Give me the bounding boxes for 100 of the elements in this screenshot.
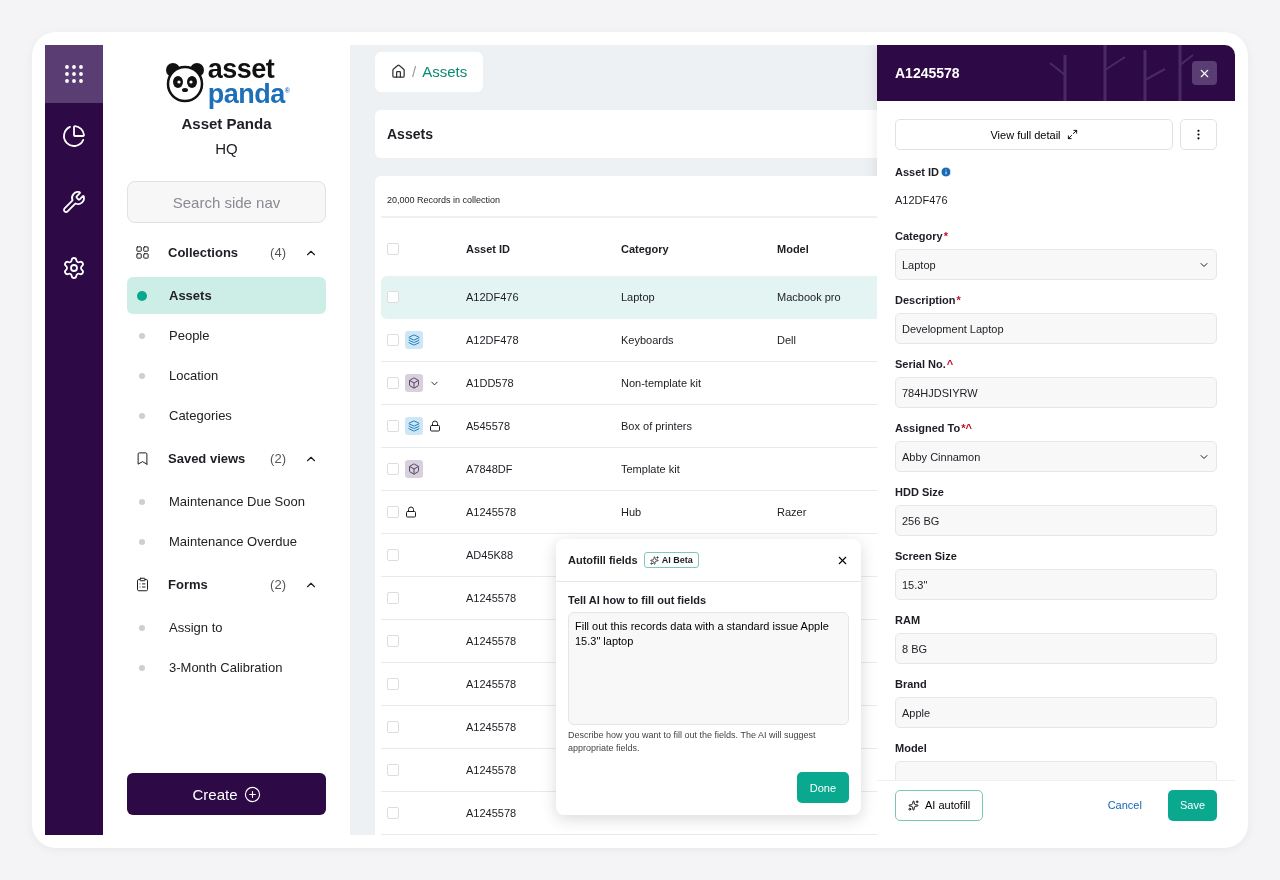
- column-header[interactable]: Asset ID: [466, 243, 511, 255]
- checkbox[interactable]: [387, 243, 399, 255]
- group-count: (2): [270, 451, 286, 466]
- input-field[interactable]: Development Laptop: [895, 313, 1217, 344]
- field-label: Asset ID: [895, 166, 1217, 178]
- input-field[interactable]: 15.3": [895, 569, 1217, 600]
- rail-button[interactable]: [45, 45, 103, 103]
- table-cell: A1245578: [466, 678, 517, 690]
- nav-item[interactable]: 3-Month Calibration: [127, 649, 326, 686]
- input-field[interactable]: 784HJDSIYRW: [895, 377, 1217, 408]
- breadcrumb-link[interactable]: Assets: [422, 63, 468, 81]
- checkbox[interactable]: [387, 334, 399, 346]
- ai-beta-badge: AI Beta: [643, 552, 699, 568]
- checkbox[interactable]: [387, 506, 399, 518]
- nav-item[interactable]: Assign to: [127, 609, 326, 646]
- panel-title: A1245578: [895, 65, 960, 81]
- grid-icon: [135, 245, 150, 260]
- table-cell: A1245578: [466, 807, 517, 819]
- field-label: Description*: [895, 294, 962, 306]
- nav-item[interactable]: Location: [127, 357, 326, 394]
- info-icon[interactable]: [940, 166, 953, 178]
- field-label: RAM: [895, 614, 922, 626]
- table-cell: Keyboards: [621, 334, 674, 346]
- column-header[interactable]: Model: [777, 243, 809, 255]
- table-cell: A1245578: [466, 721, 517, 733]
- breadcrumb-separator: /: [412, 63, 417, 81]
- group-label: Forms: [168, 577, 209, 592]
- table-cell: Hub: [621, 506, 642, 518]
- checkbox[interactable]: [387, 721, 399, 733]
- table-cell: A12DF478: [466, 334, 519, 346]
- table-cell: A545578: [466, 420, 511, 432]
- more-button[interactable]: [1180, 119, 1217, 150]
- checkbox[interactable]: [387, 463, 399, 475]
- table-cell: A1DD578: [466, 377, 514, 389]
- table-cell: Box of printers: [621, 420, 692, 432]
- input-field[interactable]: Apple: [895, 697, 1217, 728]
- popover-title: Autofill fields: [568, 554, 638, 566]
- prompt-label: Tell AI how to fill out fields: [568, 594, 708, 606]
- checkbox[interactable]: [387, 678, 399, 690]
- table-cell: A12DF476: [466, 291, 519, 303]
- create-button[interactable]: Create: [127, 773, 326, 815]
- logo-text: asset: [207, 59, 275, 80]
- checkbox[interactable]: [387, 377, 399, 389]
- checkbox[interactable]: [387, 420, 399, 432]
- search-field[interactable]: Search side nav: [127, 181, 326, 223]
- field-label: Assigned To*^: [895, 422, 973, 434]
- sparkle-icon: [649, 555, 659, 565]
- group-label: Saved views: [168, 451, 247, 466]
- checkbox[interactable]: [387, 764, 399, 776]
- nav-group-header[interactable]: Saved views (2): [127, 437, 326, 480]
- bookmark-icon: [135, 451, 150, 466]
- checkbox[interactable]: [387, 549, 399, 561]
- table-row[interactable]: A7848DF Template kit: [381, 448, 877, 491]
- field-value: A12DF476: [895, 193, 949, 206]
- table-row[interactable]: A12DF478 Keyboards Dell: [381, 319, 877, 362]
- input-field[interactable]: 256 BG: [895, 505, 1217, 536]
- close-button[interactable]: [1192, 61, 1217, 85]
- table-cell: Laptop: [621, 291, 655, 303]
- checkbox[interactable]: [387, 291, 399, 303]
- input-field[interactable]: 8 BG: [895, 633, 1217, 664]
- table-cell: A1245578: [466, 635, 517, 647]
- checkbox[interactable]: [387, 635, 399, 647]
- table-row[interactable]: A1245578 Hub Razer: [381, 491, 877, 534]
- table-row[interactable]: A545578 Box of printers: [381, 405, 877, 448]
- ai-autofill-button[interactable]: AI autofill: [895, 789, 984, 821]
- view-detail-button[interactable]: View full detail: [895, 119, 1173, 150]
- nav-item[interactable]: Maintenance Due Soon: [127, 483, 326, 520]
- field-label: Serial No.^: [895, 358, 955, 370]
- table-row[interactable]: A12DF476 Laptop Macbook pro: [381, 276, 877, 319]
- sparkle-icon: [908, 799, 919, 811]
- cancel-button[interactable]: Cancel: [1093, 799, 1156, 811]
- table-cell: A1245578: [466, 506, 517, 518]
- home-icon[interactable]: [391, 64, 406, 80]
- record-count: 20,000 Records in collection: [381, 176, 877, 218]
- group-count: (4): [270, 245, 286, 260]
- pie-chart-icon: [62, 124, 86, 148]
- column-header[interactable]: Category: [621, 243, 669, 255]
- select-field[interactable]: Laptop: [895, 249, 1217, 280]
- group-label: Collections: [168, 245, 240, 260]
- table-row[interactable]: A1DD578 Non-template kit: [381, 362, 877, 405]
- select-field[interactable]: Abby Cinnamon: [895, 441, 1217, 472]
- table-cell: A1245578: [466, 592, 517, 604]
- nav-item[interactable]: Categories: [127, 397, 326, 434]
- nav-item[interactable]: Assets: [127, 277, 326, 314]
- page-title: Assets: [387, 125, 433, 142]
- checkbox[interactable]: [387, 807, 399, 819]
- nav-group-header[interactable]: Forms (2): [127, 563, 326, 606]
- nav-item[interactable]: People: [127, 317, 326, 354]
- checkbox[interactable]: [387, 592, 399, 604]
- table-cell: Template kit: [621, 463, 680, 475]
- table-cell: Non-template kit: [621, 377, 702, 389]
- panda-logo-icon: [163, 61, 206, 103]
- nav-item[interactable]: Maintenance Overdue: [127, 523, 326, 560]
- settings-icon: [62, 256, 86, 280]
- field-label: Category*: [895, 230, 949, 242]
- wrench-icon: [62, 190, 86, 214]
- prompt-field[interactable]: Fill out this records data with a standard issue Apple 15.3" laptop: [568, 612, 849, 725]
- nav-group-header[interactable]: Collections (4): [127, 231, 326, 274]
- table-cell: A7848DF: [466, 463, 513, 475]
- company-name: Asset Panda: [181, 115, 272, 132]
